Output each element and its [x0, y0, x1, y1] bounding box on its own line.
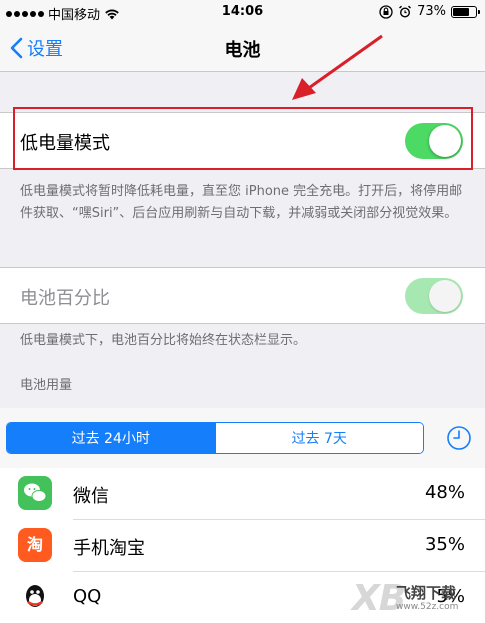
segment-last-7-days[interactable]: 过去 7天	[214, 423, 423, 453]
segment-last-24-hours[interactable]: 过去 24小时	[7, 423, 215, 453]
battery-percentage-cell: 电池百分比	[0, 267, 485, 324]
wechat-icon	[18, 476, 52, 510]
usage-range-bar: 过去 24小时 过去 7天	[0, 408, 485, 468]
app-name: QQ	[73, 586, 102, 607]
low-power-mode-cell: 低电量模式	[0, 112, 485, 169]
status-right: 73%	[379, 4, 480, 19]
clock-icon[interactable]	[446, 425, 472, 451]
low-power-mode-toggle[interactable]	[405, 123, 463, 159]
battery-percentage-toggle[interactable]	[405, 278, 463, 314]
app-percent: 5%	[436, 586, 465, 607]
app-name: 微信	[73, 486, 109, 507]
taobao-icon: 淘	[18, 528, 52, 562]
list-item[interactable]: 淘 手机淘宝 35%	[0, 520, 485, 572]
navigation-bar: 设置 电池	[0, 24, 485, 72]
svg-text:淘: 淘	[27, 535, 43, 554]
toggle-knob	[429, 125, 461, 157]
alarm-icon	[399, 5, 412, 17]
toggle-knob	[429, 280, 461, 312]
page-title: 电池	[224, 40, 261, 61]
low-power-mode-label: 低电量模式	[20, 133, 110, 154]
battery-fill	[453, 7, 470, 16]
battery-icon	[451, 5, 480, 18]
battery-percent-label: 73%	[417, 4, 446, 19]
list-item[interactable]: 微信 48%	[0, 468, 485, 520]
battery-usage-header: 电池用量	[20, 378, 73, 393]
battery-percentage-label: 电池百分比	[20, 288, 110, 309]
battery-percentage-footnote: 低电量模式下，电池百分比将始终在状态栏显示。	[20, 333, 307, 348]
low-power-footnote: 低电量模式将暂时降低耗电量，直至您 iPhone 完全充电。打开后，将停用邮件获…	[20, 184, 463, 221]
orientation-lock-icon	[379, 4, 393, 19]
status-bar: 中国移动 14:06 73%	[0, 0, 485, 24]
qq-icon	[18, 580, 52, 614]
app-usage-list: 微信 48% 淘 手机淘宝 35% QQ 5%	[0, 468, 485, 623]
app-name: 手机淘宝	[73, 538, 145, 559]
app-percent: 48%	[424, 482, 465, 503]
app-percent: 35%	[424, 534, 465, 555]
usage-range-segmented-control: 过去 24小时 过去 7天	[6, 422, 424, 454]
list-item[interactable]: QQ 5%	[0, 572, 485, 623]
